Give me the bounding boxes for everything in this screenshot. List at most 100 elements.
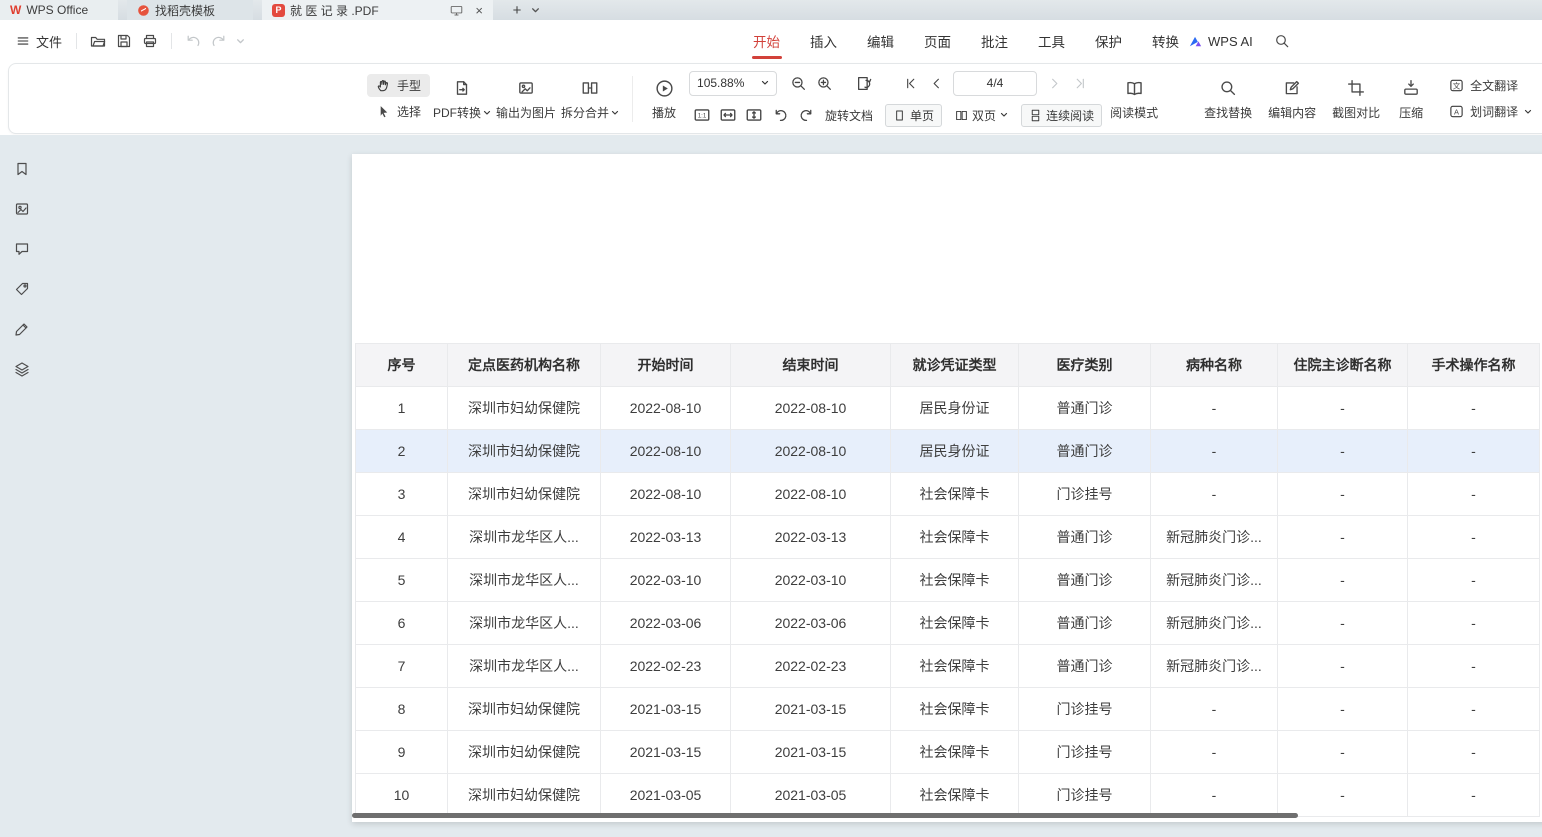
- single-page-button[interactable]: 单页: [885, 104, 942, 127]
- table-row: 10深圳市妇幼保健院2021-03-052021-03-05社会保障卡门诊挂号-…: [356, 774, 1540, 817]
- menu-tab-page[interactable]: 页面: [909, 20, 966, 62]
- wps-ai-button[interactable]: WPS AI: [1188, 34, 1253, 49]
- new-tab-button[interactable]: +: [507, 0, 527, 20]
- screenshot-compare-label: 截图对比: [1332, 104, 1380, 121]
- pdf-file-icon: P: [272, 4, 285, 17]
- tab-document-active[interactable]: P 就 医 记 录 .PDF ×: [262, 0, 493, 20]
- layers-icon[interactable]: [11, 361, 33, 377]
- split-merge-label: 拆分合并: [561, 104, 609, 121]
- tab-label: WPS Office: [26, 3, 88, 17]
- table-cell: -: [1278, 731, 1408, 774]
- fit-width-icon[interactable]: [715, 104, 741, 126]
- table-cell: -: [1408, 645, 1540, 688]
- tab-wps-office[interactable]: W WPS Office: [0, 0, 118, 20]
- undo-history-chevron-icon[interactable]: [232, 28, 248, 54]
- wps-ai-icon: [1188, 34, 1203, 49]
- double-page-button[interactable]: 双页: [948, 105, 1015, 126]
- search-icon[interactable]: [1269, 28, 1295, 54]
- menu-tab-protect[interactable]: 保护: [1080, 20, 1137, 62]
- export-image-label: 输出为图片: [496, 104, 556, 121]
- zoom-in-icon[interactable]: [811, 72, 837, 94]
- menu-tab-comment[interactable]: 批注: [966, 20, 1023, 62]
- screenshot-compare-button[interactable]: 截图对比: [1324, 76, 1388, 121]
- menu-tab-home[interactable]: 开始: [738, 20, 795, 62]
- rotate-left-icon[interactable]: [767, 104, 793, 126]
- table-cell: 社会保障卡: [891, 559, 1019, 602]
- menu-tab-edit[interactable]: 编辑: [852, 20, 909, 62]
- ribbon-tab-strip: 开始 插入 编辑 页面 批注 工具 保护 转换: [738, 20, 1194, 62]
- chevron-down-icon: [611, 109, 619, 117]
- table-cell: 深圳市妇幼保健院: [448, 688, 601, 731]
- table-cell: 普通门诊: [1019, 516, 1151, 559]
- previous-page-icon[interactable]: [923, 72, 949, 94]
- table-cell: 2022-03-06: [731, 602, 891, 645]
- table-cell: 4: [356, 516, 448, 559]
- pdf-convert-button[interactable]: PDF转换: [430, 76, 494, 121]
- tab-list-chevron-icon[interactable]: [531, 0, 540, 20]
- zoom-select[interactable]: 105.88%: [689, 71, 777, 96]
- export-image-button[interactable]: 输出为图片: [494, 76, 558, 121]
- compress-label: 压缩: [1399, 104, 1423, 121]
- thumbnail-icon[interactable]: [11, 201, 33, 217]
- table-cell: -: [1278, 688, 1408, 731]
- continuous-read-button[interactable]: 连续阅读: [1021, 104, 1102, 127]
- document-viewport[interactable]: 序号定点医药机构名称开始时间结束时间就诊凭证类型医疗类别病种名称住院主诊断名称手…: [44, 135, 1542, 837]
- tab-docer-templates[interactable]: 找稻壳模板: [127, 0, 253, 20]
- redo-icon[interactable]: [206, 28, 232, 54]
- table-cell: 社会保障卡: [891, 602, 1019, 645]
- edit-content-button[interactable]: 编辑内容: [1260, 76, 1324, 121]
- comment-icon[interactable]: [11, 241, 33, 257]
- play-button[interactable]: 播放: [643, 76, 685, 121]
- bookmark-icon[interactable]: [11, 161, 33, 177]
- page-refresh-icon[interactable]: [851, 72, 877, 94]
- table-cell: 2021-03-05: [601, 774, 731, 817]
- save-icon[interactable]: [111, 28, 137, 54]
- full-translate-button[interactable]: 文 全文翻译: [1440, 74, 1541, 97]
- table-cell: 2022-02-23: [731, 645, 891, 688]
- full-translate-icon: 文: [1449, 78, 1464, 93]
- table-cell: -: [1408, 688, 1540, 731]
- menu-separator: [76, 33, 77, 49]
- toolbar-ribbon: 手型 选择 PDF转换 输出为图片 拆分合并: [8, 63, 1542, 134]
- select-tool-button[interactable]: 选择: [367, 100, 430, 123]
- reading-mode-button[interactable]: 阅读模式: [1102, 76, 1166, 121]
- print-icon[interactable]: [137, 28, 163, 54]
- split-merge-button[interactable]: 拆分合并: [558, 76, 622, 121]
- menu-tab-convert[interactable]: 转换: [1137, 20, 1194, 62]
- actual-size-icon[interactable]: 1:1: [689, 104, 715, 126]
- first-page-icon[interactable]: [897, 72, 923, 94]
- compress-button[interactable]: 压缩: [1388, 76, 1434, 121]
- rotate-document-button[interactable]: 旋转文档: [825, 107, 873, 124]
- signature-pen-icon[interactable]: [11, 321, 33, 337]
- menu-right-group: WPS AI: [1188, 20, 1295, 62]
- find-replace-button[interactable]: 查找替换: [1196, 76, 1260, 121]
- chevron-down-icon: [1524, 108, 1532, 116]
- horizontal-scrollbar-thumb[interactable]: [352, 813, 1298, 818]
- table-cell: 2022-08-10: [601, 430, 731, 473]
- table-row: 2深圳市妇幼保健院2022-08-102022-08-10居民身份证普通门诊--…: [356, 430, 1540, 473]
- next-page-icon[interactable]: [1041, 72, 1067, 94]
- table-cell: 深圳市妇幼保健院: [448, 731, 601, 774]
- translate-group: 文 全文翻译 A 划词翻译: [1440, 74, 1541, 123]
- table-cell: 居民身份证: [891, 430, 1019, 473]
- tag-icon[interactable]: [11, 281, 33, 297]
- table-cell: 2022-08-10: [731, 430, 891, 473]
- split-merge-icon: [581, 78, 599, 98]
- hand-tool-button[interactable]: 手型: [367, 74, 430, 97]
- last-page-icon[interactable]: [1067, 72, 1093, 94]
- continuous-read-icon: [1029, 109, 1042, 122]
- open-file-icon[interactable]: [85, 28, 111, 54]
- file-menu-button[interactable]: 文件: [10, 28, 68, 55]
- hamburger-icon: [16, 34, 30, 48]
- menu-tab-insert[interactable]: 插入: [795, 20, 852, 62]
- rotate-right-icon[interactable]: [793, 104, 819, 126]
- undo-icon[interactable]: [180, 28, 206, 54]
- close-tab-icon[interactable]: ×: [475, 4, 483, 17]
- menu-tab-tools[interactable]: 工具: [1023, 20, 1080, 62]
- monitor-icon[interactable]: [450, 4, 463, 17]
- fit-page-icon[interactable]: [741, 104, 767, 126]
- zoom-out-icon[interactable]: [785, 72, 811, 94]
- word-translate-button[interactable]: A 划词翻译: [1440, 100, 1541, 123]
- word-translate-icon: A: [1449, 104, 1464, 119]
- page-indicator[interactable]: 4/4: [953, 71, 1037, 96]
